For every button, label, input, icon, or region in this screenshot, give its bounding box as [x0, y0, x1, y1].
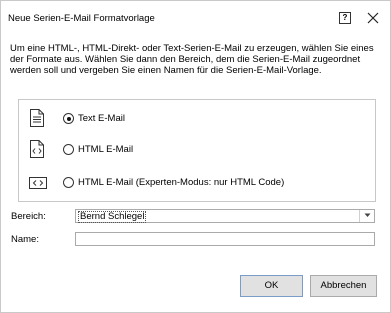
name-label: Name: [11, 234, 39, 245]
option-label: HTML E-Mail (Experten-Modus: nur HTML Co… [78, 177, 285, 188]
dropdown-separator [359, 210, 360, 222]
close-icon [367, 12, 379, 24]
option-text-email[interactable]: Text E-Mail [19, 107, 359, 131]
dialog-title: Neue Serien-E-Mail Formatvorlage [8, 13, 155, 24]
dialog-window: Neue Serien-E-Mail Formatvorlage ? Um ei… [0, 0, 391, 313]
cancel-button[interactable]: Abbrechen [310, 275, 377, 297]
option-label: HTML E-Mail [78, 144, 134, 155]
radio-text-email[interactable] [63, 113, 74, 124]
intro-text: Um eine HTML-, HTML-Direkt- oder Text-Se… [10, 43, 374, 76]
radio-selected-dot [66, 116, 71, 121]
bereich-label: Bereich: [11, 211, 46, 222]
format-options-group: Text E-Mail HTML E-Mail HTML E-Mail (Exp… [18, 99, 376, 202]
title-bar: Neue Serien-E-Mail Formatvorlage ? [1, 1, 390, 37]
close-button[interactable] [361, 7, 385, 29]
radio-html-expert[interactable] [63, 177, 74, 188]
name-input[interactable] [75, 232, 375, 246]
help-button[interactable]: ? [334, 8, 356, 28]
option-html-expert[interactable]: HTML E-Mail (Experten-Modus: nur HTML Co… [19, 171, 359, 195]
bereich-select[interactable]: Bernd Schlegel [75, 209, 375, 223]
chevron-down-icon[interactable] [364, 213, 371, 218]
option-label: Text E-Mail [78, 113, 125, 124]
option-html-email[interactable]: HTML E-Mail [19, 138, 359, 162]
radio-html-email[interactable] [63, 144, 74, 155]
bereich-value: Bernd Schlegel [78, 211, 147, 223]
help-icon: ? [339, 12, 351, 24]
html-code-icon [29, 177, 47, 189]
html-document-icon [30, 140, 44, 158]
ok-button[interactable]: OK [240, 275, 303, 297]
text-document-icon [30, 109, 44, 127]
